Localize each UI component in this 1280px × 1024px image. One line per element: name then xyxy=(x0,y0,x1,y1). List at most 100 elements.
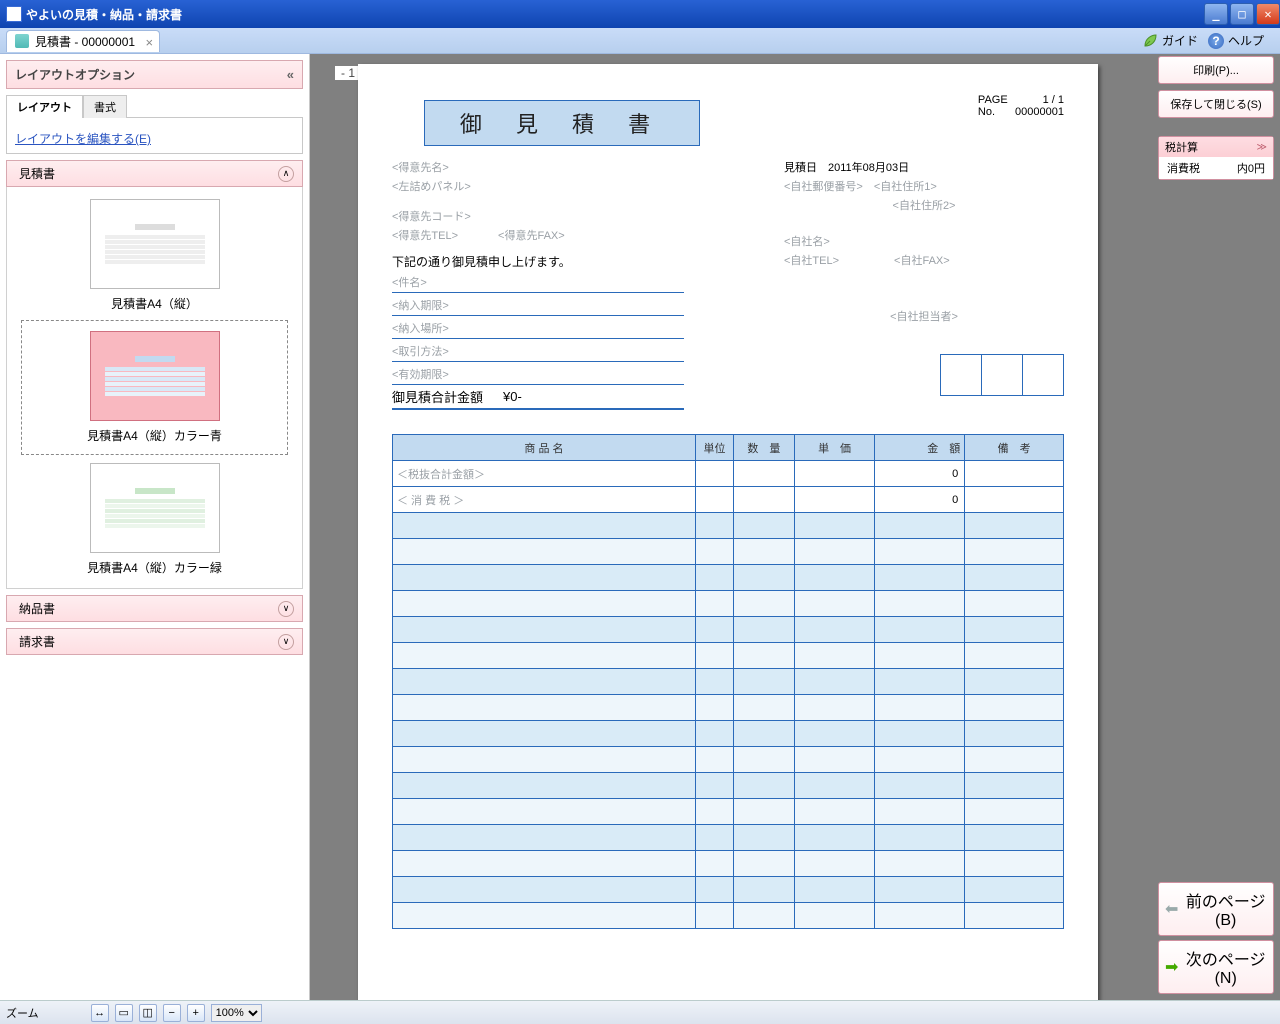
ph-subject: <件名> xyxy=(392,274,684,293)
table-row xyxy=(393,591,1064,617)
thumb-preview xyxy=(90,331,220,421)
tab-close-icon[interactable]: × xyxy=(145,35,153,50)
date-label: 見積日 xyxy=(784,162,817,174)
table-row xyxy=(393,773,1064,799)
thumb-estimate-green[interactable]: 見積書A4（縦）カラー緑 xyxy=(37,463,272,576)
zoom-label: ズーム xyxy=(6,1005,39,1021)
ph-company: <自社名> xyxy=(784,233,1064,249)
thumb-label: 見積書A4（縦）カラー青 xyxy=(87,427,222,444)
thumb-preview xyxy=(90,199,220,289)
sidebar-header[interactable]: レイアウトオプション « xyxy=(6,60,303,89)
table-row xyxy=(393,721,1064,747)
chevron-down-icon: ∨ xyxy=(278,601,294,617)
stamp-boxes xyxy=(941,354,1064,396)
prev-page-button[interactable]: ⬅前のページ(B) xyxy=(1158,882,1274,936)
maximize-button[interactable]: □ xyxy=(1230,3,1254,25)
ph-valid: <有効期限> xyxy=(392,366,684,385)
table-row xyxy=(393,617,1064,643)
table-row xyxy=(393,903,1064,929)
leaf-icon xyxy=(1142,33,1158,49)
ph-cust-fax: <得意先FAX> xyxy=(498,227,565,243)
doc-icon xyxy=(15,34,29,48)
th-amount: 金 額 xyxy=(875,435,965,461)
fit-page-icon[interactable]: ▭ xyxy=(115,1004,133,1022)
section-invoice[interactable]: 請求書 ∨ xyxy=(6,628,303,655)
thumb-label: 見積書A4（縦）カラー緑 xyxy=(87,559,222,576)
ph-customer: <得意先名> xyxy=(392,159,770,175)
table-row: ＜税抜合計金額＞0 xyxy=(393,461,1064,487)
table-row xyxy=(393,513,1064,539)
question-icon: ? xyxy=(1208,33,1224,49)
ph-staff: <自社担当者> xyxy=(784,308,1064,324)
table-row xyxy=(393,799,1064,825)
table-row xyxy=(393,565,1064,591)
page-number-box: PAGE1 / 1 No.00000001 xyxy=(978,94,1064,118)
arrow-left-icon: ⬅ xyxy=(1165,899,1178,919)
tab-format[interactable]: 書式 xyxy=(83,95,127,118)
zoom-in-icon[interactable]: + xyxy=(187,1004,205,1022)
action-panel: 印刷(P)... 保存して閉じる(S) xyxy=(1158,56,1274,118)
tax-header[interactable]: 税計算≫ xyxy=(1159,137,1273,157)
table-row xyxy=(393,695,1064,721)
th-note: 備 考 xyxy=(965,435,1064,461)
total-row: 御見積合計金額 ¥0- xyxy=(392,385,684,410)
document-tab[interactable]: 見積書 - 00000001 × xyxy=(6,30,160,52)
document-tab-label: 見積書 - 00000001 xyxy=(35,33,135,50)
edit-layout-link[interactable]: レイアウトを編集する(E) xyxy=(15,130,294,147)
date-value: 2011年08月03日 xyxy=(828,162,909,174)
declare-text: 下記の通り御見積申し上げます。 xyxy=(392,253,770,270)
chevron-down-icon: ∨ xyxy=(278,634,294,650)
thumb-preview xyxy=(90,463,220,553)
next-page-button[interactable]: ➡次のページ(N) xyxy=(1158,940,1274,994)
print-button[interactable]: 印刷(P)... xyxy=(1158,56,1274,84)
app-icon xyxy=(6,6,22,22)
ph-payment: <取引方法> xyxy=(392,343,684,362)
app-title: やよいの見積・納品・請求書 xyxy=(26,6,182,23)
tab-bar: 見積書 - 00000001 × ガイド ? ヘルプ xyxy=(0,28,1280,54)
thumb-estimate-plain[interactable]: 見積書A4（縦） xyxy=(37,199,272,312)
ph-zip: <自社郵便番号> xyxy=(784,181,863,193)
collapse-icon[interactable]: « xyxy=(287,67,294,82)
section-delivery[interactable]: 納品書 ∨ xyxy=(6,595,303,622)
table-row xyxy=(393,877,1064,903)
status-bar: ズーム ↔ ▭ ◫ − + 100% xyxy=(0,1000,1280,1024)
minimize-button[interactable]: _ xyxy=(1204,3,1228,25)
title-bar: やよいの見積・納品・請求書 _ □ ✕ xyxy=(0,0,1280,28)
close-button[interactable]: ✕ xyxy=(1256,3,1280,25)
help-button[interactable]: ? ヘルプ xyxy=(1208,32,1264,49)
th-unit: 単位 xyxy=(695,435,733,461)
thumb-estimate-blue[interactable]: 見積書A4（縦）カラー青 xyxy=(21,320,288,455)
zoom-out-icon[interactable]: − xyxy=(163,1004,181,1022)
guide-button[interactable]: ガイド xyxy=(1142,32,1198,49)
preview-area[interactable]: - 1 - PAGE1 / 1 No.00000001 御 見 積 書 <得意先… xyxy=(310,54,1280,1000)
table-row xyxy=(393,643,1064,669)
fit-width-icon[interactable]: ↔ xyxy=(91,1004,109,1022)
tab-layout[interactable]: レイアウト xyxy=(6,95,83,118)
expand-icon: ≫ xyxy=(1257,142,1267,153)
items-table: 商 品 名 単位 数 量 単 価 金 額 備 考 ＜税抜合計金額＞0 ＜ 消 費… xyxy=(392,434,1064,929)
table-row xyxy=(393,825,1064,851)
actual-size-icon[interactable]: ◫ xyxy=(139,1004,157,1022)
ph-tel: <自社TEL> xyxy=(784,255,839,267)
section-estimate[interactable]: 見積書 ∧ xyxy=(6,160,303,187)
ph-addr1: <自社住所1> xyxy=(874,181,937,193)
arrow-right-icon: ➡ xyxy=(1165,957,1178,977)
th-price: 単 価 xyxy=(794,435,875,461)
th-name: 商 品 名 xyxy=(393,435,696,461)
ph-panel: <左詰めパネル> xyxy=(392,178,770,194)
save-close-button[interactable]: 保存して閉じる(S) xyxy=(1158,90,1274,118)
chevron-up-icon: ∧ xyxy=(278,166,294,182)
table-row xyxy=(393,539,1064,565)
table-row xyxy=(393,747,1064,773)
thumb-label: 見積書A4（縦） xyxy=(111,295,198,312)
tax-panel[interactable]: 税計算≫ 消費税内0円 xyxy=(1158,136,1274,180)
table-row xyxy=(393,851,1064,877)
document-page: PAGE1 / 1 No.00000001 御 見 積 書 <得意先名> <左詰… xyxy=(358,64,1098,1000)
table-row: ＜ 消 費 税 ＞0 xyxy=(393,487,1064,513)
zoom-select[interactable]: 100% xyxy=(211,1004,262,1022)
ph-fax: <自社FAX> xyxy=(894,255,950,267)
ph-delivery-place: <納入場所> xyxy=(392,320,684,339)
table-row xyxy=(393,669,1064,695)
ph-cust-code: <得意先コード> xyxy=(392,208,770,224)
ph-delivery-date: <納入期限> xyxy=(392,297,684,316)
